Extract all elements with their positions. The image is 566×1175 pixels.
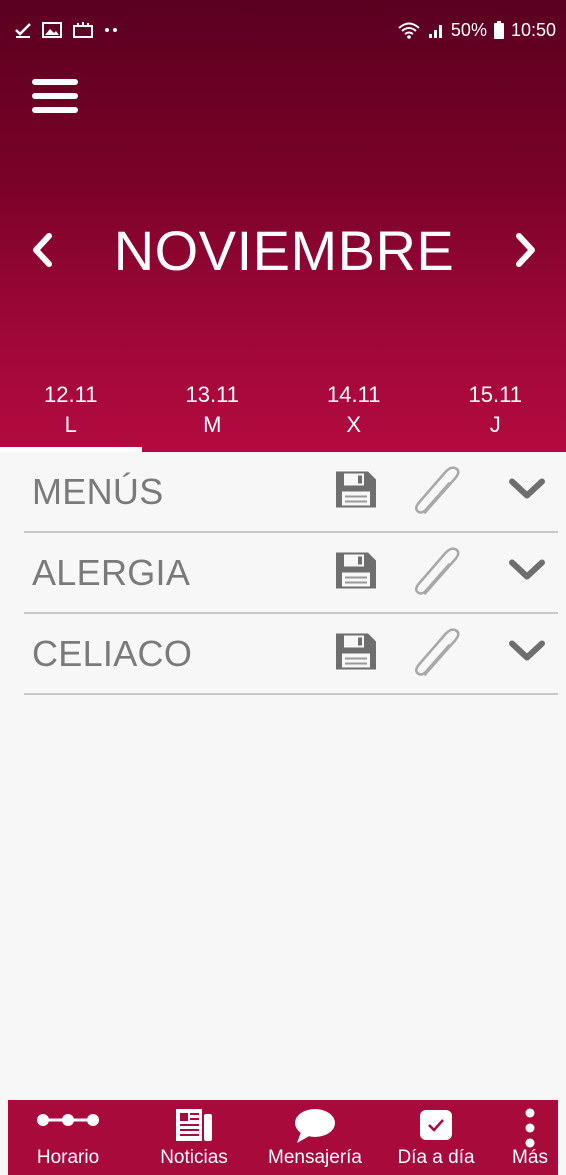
day-date: 12.11 [44, 382, 98, 407]
nav-noticias[interactable]: Noticias [144, 1100, 244, 1175]
list-item-label: MENÚS [32, 470, 164, 512]
next-month-chevron-icon[interactable] [506, 225, 546, 275]
day-letter: L [64, 412, 77, 437]
chevron-down-icon[interactable] [508, 639, 546, 668]
nav-mensajeria[interactable]: Mensajería [260, 1100, 370, 1175]
list-item-label: CELIACO [32, 632, 193, 674]
chevron-down-icon[interactable] [508, 558, 546, 587]
list-item-label: ALERGIA [32, 551, 191, 593]
nav-label: Noticias [160, 1147, 228, 1168]
month-title: NOVIEMBRE [113, 218, 455, 282]
day-letter: X [346, 412, 362, 437]
nav-dia-a-dia[interactable]: Día a día [386, 1100, 486, 1175]
clock: 10:50 [510, 19, 556, 40]
more-vertical-icon [523, 1108, 537, 1156]
menu-list: MENÚS ALERGIA CELIACO [24, 452, 558, 695]
newspaper-icon [174, 1108, 214, 1148]
save-disk-icon[interactable] [334, 631, 378, 676]
nav-label: Horario [36, 1147, 100, 1168]
status-bar: 50% 10:50 [0, 0, 566, 60]
list-item[interactable]: CELIACO [24, 614, 558, 695]
signal-icon [427, 21, 445, 39]
day-tab[interactable]: 13.11 M [142, 380, 284, 452]
timeline-icon [37, 1108, 99, 1138]
day-tab[interactable]: 12.11 L [0, 380, 142, 452]
day-tabs: 12.11 L 13.11 M 14.11 X 15.11 J [0, 380, 566, 452]
hamburger-menu-icon[interactable] [32, 75, 78, 117]
day-letter: M [203, 412, 222, 437]
more-notifications-icon [104, 27, 120, 33]
battery-icon [493, 21, 505, 39]
day-tab[interactable]: 15.11 J [425, 380, 566, 452]
nav-mas[interactable]: Más [502, 1100, 558, 1175]
month-navigator: NOVIEMBRE [0, 215, 566, 285]
bottom-navigation: Horario Noticias Mensajería Día a día Má… [8, 1100, 558, 1175]
chevron-down-icon[interactable] [508, 477, 546, 506]
gallery-icon [42, 21, 62, 39]
paperclip-icon[interactable] [408, 545, 464, 600]
list-item[interactable]: ALERGIA [24, 533, 558, 614]
nav-horario[interactable]: Horario [8, 1100, 128, 1175]
day-date: 14.11 [327, 382, 381, 407]
wifi-icon [397, 21, 421, 39]
header: 50% 10:50 NOVIEMBRE 12.11 L 13.11 M 14.1… [0, 0, 566, 452]
app-notification-icon [72, 21, 94, 39]
check-box-icon [418, 1108, 454, 1148]
day-date: 15.11 [468, 382, 522, 407]
day-letter: J [489, 412, 501, 437]
save-disk-icon[interactable] [334, 550, 378, 595]
paperclip-icon[interactable] [408, 626, 464, 681]
chat-bubble-icon [293, 1108, 337, 1150]
download-done-icon [14, 21, 32, 39]
list-item[interactable]: MENÚS [24, 452, 558, 533]
save-disk-icon[interactable] [334, 469, 378, 514]
nav-label: Mensajería [268, 1147, 362, 1168]
day-date: 13.11 [185, 382, 239, 407]
prev-month-chevron-icon[interactable] [22, 225, 62, 275]
battery-percent: 50% [450, 19, 487, 40]
nav-label: Día a día [397, 1147, 475, 1168]
paperclip-icon[interactable] [408, 464, 464, 519]
day-tab[interactable]: 14.11 X [283, 380, 425, 452]
